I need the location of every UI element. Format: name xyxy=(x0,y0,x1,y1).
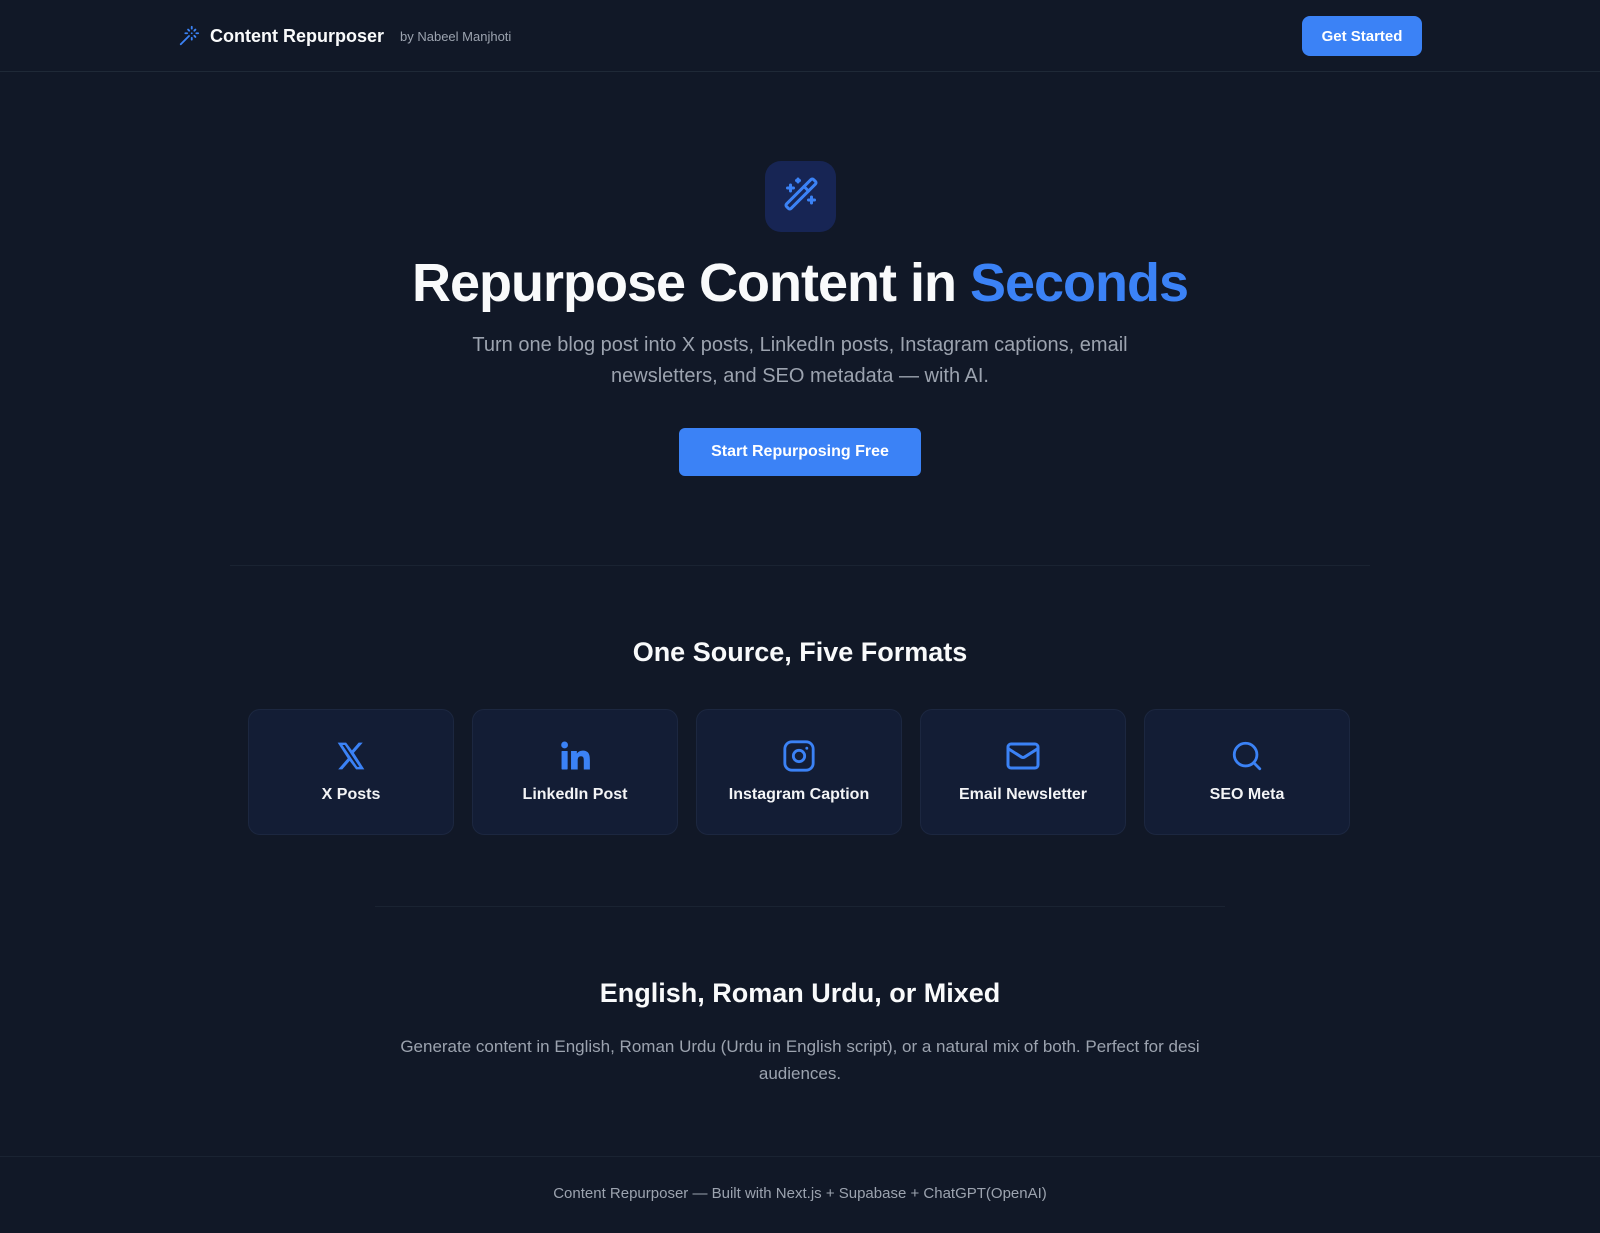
get-started-button[interactable]: Get Started xyxy=(1302,16,1422,56)
brand-name: Content Repurposer xyxy=(210,25,385,46)
section-divider xyxy=(230,565,1370,566)
linkedin-icon xyxy=(557,738,593,774)
formats-title: One Source, Five Formats xyxy=(632,637,968,667)
section-divider xyxy=(375,906,1225,907)
start-repurposing-button[interactable]: Start Repurposing Free xyxy=(679,428,921,476)
footer-text: Content Repurposer — Built with Next.js … xyxy=(553,1185,1047,1202)
format-card-instagram[interactable]: Instagram Caption xyxy=(696,709,902,835)
hero-title: Repurpose Content in Seconds xyxy=(0,252,1600,314)
magic-wand-icon xyxy=(783,176,819,217)
format-card-label: Email Newsletter xyxy=(958,786,1088,803)
magic-wand-icon xyxy=(178,25,200,47)
format-card-seo[interactable]: SEO Meta xyxy=(1144,709,1350,835)
languages-title: English, Roman Urdu, or Mixed xyxy=(599,978,1001,1008)
format-card-label: Instagram Caption xyxy=(728,786,870,803)
hero-title-main: Repurpose Content in xyxy=(411,253,970,313)
instagram-icon xyxy=(781,738,817,774)
format-card-linkedin[interactable]: LinkedIn Post xyxy=(472,709,678,835)
format-card-x-posts[interactable]: X Posts xyxy=(248,709,454,835)
format-card-label: LinkedIn Post xyxy=(522,786,628,803)
languages-subtitle: Generate content in English, Roman Urdu … xyxy=(400,1037,1200,1083)
landing-page: Content Repurposer by Nabeel Manjhoti Ge… xyxy=(0,0,1600,1233)
footer-divider xyxy=(0,1156,1600,1157)
mail-icon xyxy=(1005,738,1041,774)
format-cards: X Posts LinkedIn Post Instagram Caption … xyxy=(248,709,1352,835)
format-card-label: X Posts xyxy=(321,786,381,803)
x-logo-icon xyxy=(333,738,369,774)
brand-author: by Nabeel Manjhoti xyxy=(400,28,512,44)
format-card-label: SEO Meta xyxy=(1209,786,1285,803)
hero-subtitle: Turn one blog post into X posts, LinkedI… xyxy=(472,334,1128,387)
format-card-email[interactable]: Email Newsletter xyxy=(920,709,1126,835)
hero-title-accent: Seconds xyxy=(969,253,1189,313)
hero-icon-badge xyxy=(765,161,836,232)
search-icon xyxy=(1229,738,1265,774)
top-nav: Content Repurposer by Nabeel Manjhoti Ge… xyxy=(0,0,1600,72)
brand[interactable]: Content Repurposer by Nabeel Manjhoti xyxy=(178,22,511,50)
